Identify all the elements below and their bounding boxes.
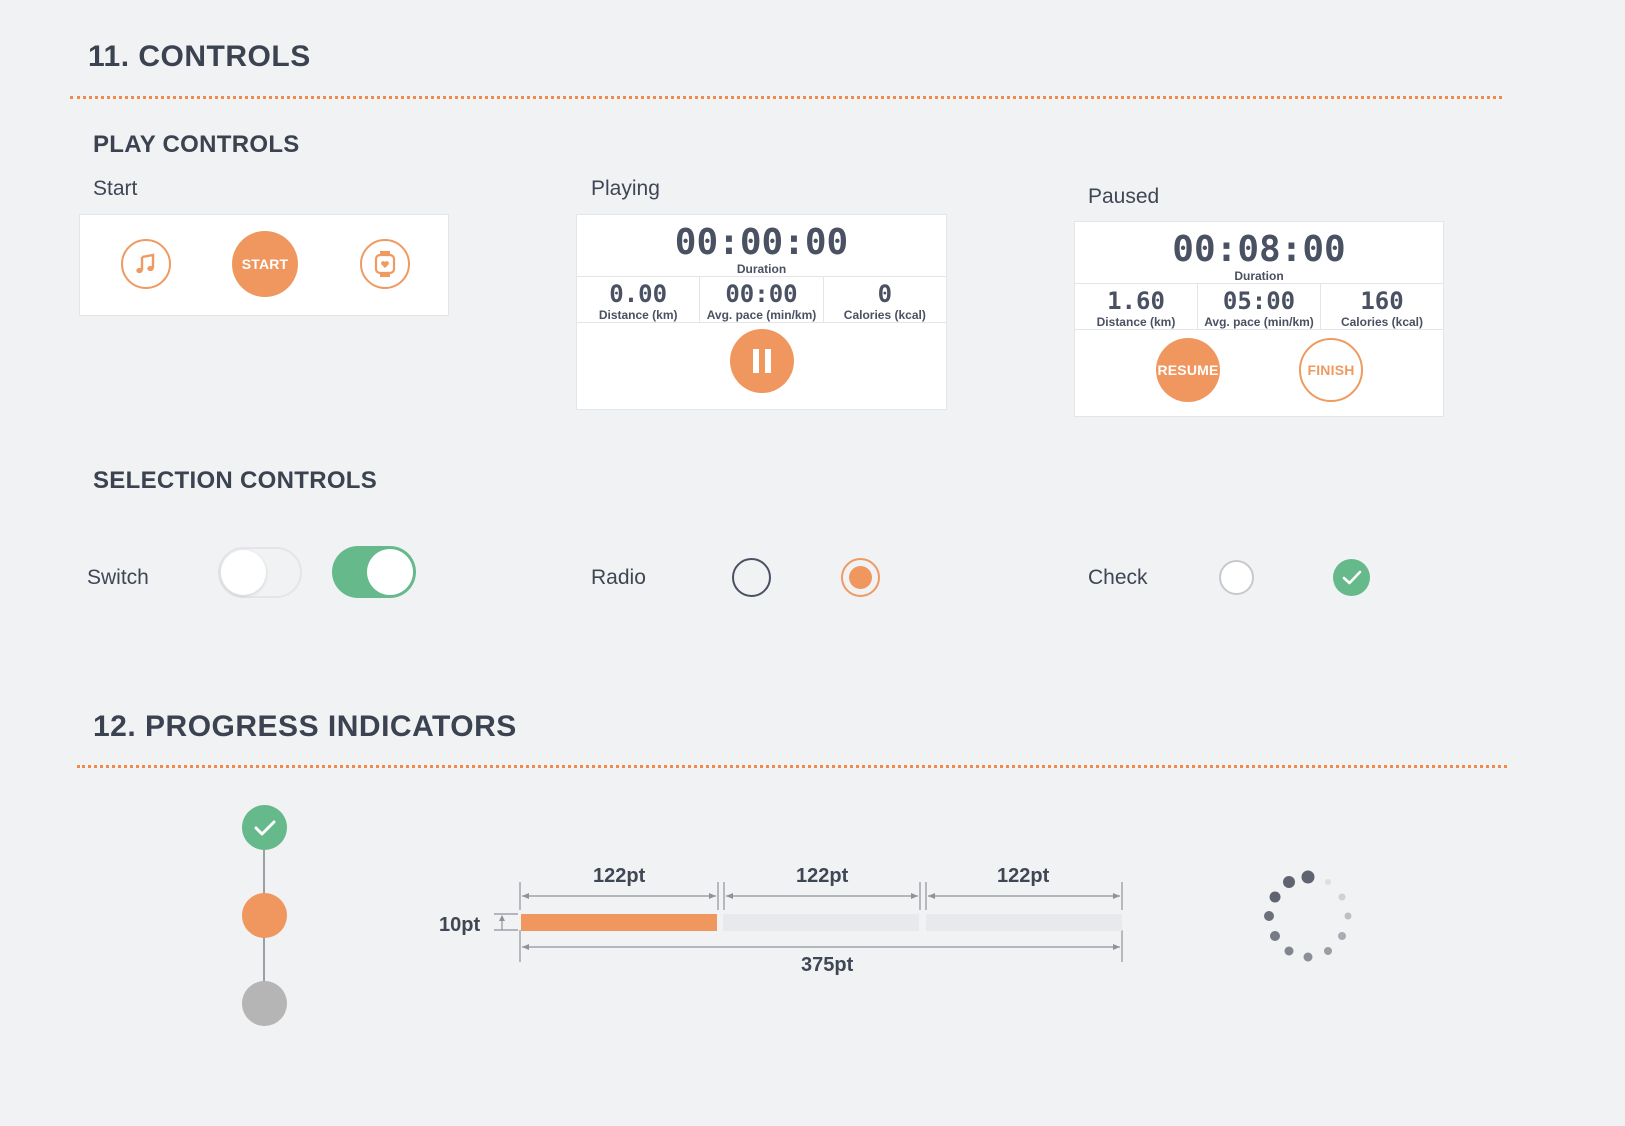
playing-label: Playing bbox=[591, 177, 660, 200]
stats-row: 0.00 Distance (km) 00:00 Avg. pace (min/… bbox=[577, 276, 946, 323]
switch-knob bbox=[221, 550, 266, 595]
check-label: Check bbox=[1088, 566, 1148, 589]
duration-label: Duration bbox=[736, 262, 787, 276]
height-dimension-label: 10pt bbox=[439, 914, 481, 936]
stat-value: 1.60 bbox=[1107, 287, 1165, 315]
step-complete bbox=[242, 805, 287, 850]
stat-label: Distance (km) bbox=[598, 308, 678, 322]
stat-value: 160 bbox=[1360, 287, 1404, 315]
play-controls-heading: PLAY CONTROLS bbox=[93, 131, 300, 158]
stat-label: Distance (km) bbox=[1096, 315, 1176, 329]
step-current bbox=[242, 893, 287, 938]
stat-pace: 00:00 Avg. pace (min/km) bbox=[700, 277, 824, 322]
music-note-icon bbox=[136, 253, 155, 274]
stat-distance: 1.60 Distance (km) bbox=[1075, 284, 1198, 329]
start-card: START bbox=[79, 214, 449, 316]
stat-value: 00:00 bbox=[725, 280, 798, 308]
duration-label: Duration bbox=[1234, 269, 1284, 283]
stat-value: 0 bbox=[877, 280, 893, 308]
finish-button[interactable]: FINISH bbox=[1299, 338, 1363, 402]
stat-pace: 05:00 Avg. pace (min/km) bbox=[1198, 284, 1321, 329]
progress-segment bbox=[723, 914, 919, 931]
progress-fill bbox=[521, 914, 717, 931]
duration-value: 00:08:00 bbox=[1172, 229, 1346, 270]
switch-off[interactable] bbox=[218, 547, 302, 598]
switch-knob bbox=[367, 549, 413, 595]
stat-label: Calories (kcal) bbox=[1340, 315, 1424, 329]
resume-button[interactable]: RESUME bbox=[1156, 338, 1220, 402]
playing-card: 00:00:00 Duration 0.00 Distance (km) 00:… bbox=[576, 214, 947, 410]
check-checked[interactable] bbox=[1333, 559, 1370, 596]
stat-calories: 0 Calories (kcal) bbox=[824, 277, 946, 322]
check-unchecked[interactable] bbox=[1219, 560, 1254, 595]
section-title-controls: 11. CONTROLS bbox=[88, 40, 311, 73]
finish-button-label: FINISH bbox=[1307, 362, 1355, 378]
radio-dot bbox=[849, 566, 872, 589]
loading-spinner-icon bbox=[1264, 870, 1352, 962]
start-button-label: START bbox=[241, 256, 289, 272]
stat-distance: 0.00 Distance (km) bbox=[577, 277, 701, 322]
music-button[interactable] bbox=[121, 239, 171, 289]
progress-bar bbox=[521, 914, 1122, 931]
pause-icon bbox=[753, 349, 771, 373]
switch-label: Switch bbox=[87, 566, 149, 589]
stat-calories: 160 Calories (kcal) bbox=[1321, 284, 1443, 329]
stat-value: 0.00 bbox=[609, 280, 668, 308]
duration-value: 00:00:00 bbox=[674, 222, 849, 263]
radio-label: Radio bbox=[591, 566, 646, 589]
step-pending bbox=[242, 981, 287, 1026]
selection-controls-heading: SELECTION CONTROLS bbox=[93, 467, 378, 494]
stat-value: 05:00 bbox=[1222, 287, 1296, 315]
pause-button[interactable] bbox=[730, 329, 794, 393]
stat-label: Calories (kcal) bbox=[843, 308, 926, 322]
progress-segment bbox=[926, 914, 1122, 931]
divider bbox=[77, 765, 1507, 768]
radio-unselected[interactable] bbox=[732, 558, 771, 597]
stat-label: Avg. pace (min/km) bbox=[1204, 315, 1314, 329]
start-button[interactable]: START bbox=[232, 231, 298, 297]
start-label: Start bbox=[93, 177, 138, 200]
radio-selected[interactable] bbox=[841, 558, 880, 597]
checkmark-icon bbox=[1342, 570, 1361, 584]
smartwatch-heart-icon bbox=[374, 251, 396, 277]
watch-button[interactable] bbox=[360, 239, 410, 289]
paused-card: 00:08:00 Duration 1.60 Distance (km) 05:… bbox=[1074, 221, 1444, 417]
section-title-progress: 12. PROGRESS INDICATORS bbox=[93, 710, 517, 743]
resume-button-label: RESUME bbox=[1157, 362, 1219, 378]
checkmark-icon bbox=[254, 820, 275, 835]
stats-row: 1.60 Distance (km) 05:00 Avg. pace (min/… bbox=[1075, 283, 1443, 330]
paused-label: Paused bbox=[1088, 185, 1160, 208]
switch-on[interactable] bbox=[332, 546, 416, 598]
divider bbox=[70, 96, 1502, 99]
stat-label: Avg. pace (min/km) bbox=[706, 308, 817, 322]
